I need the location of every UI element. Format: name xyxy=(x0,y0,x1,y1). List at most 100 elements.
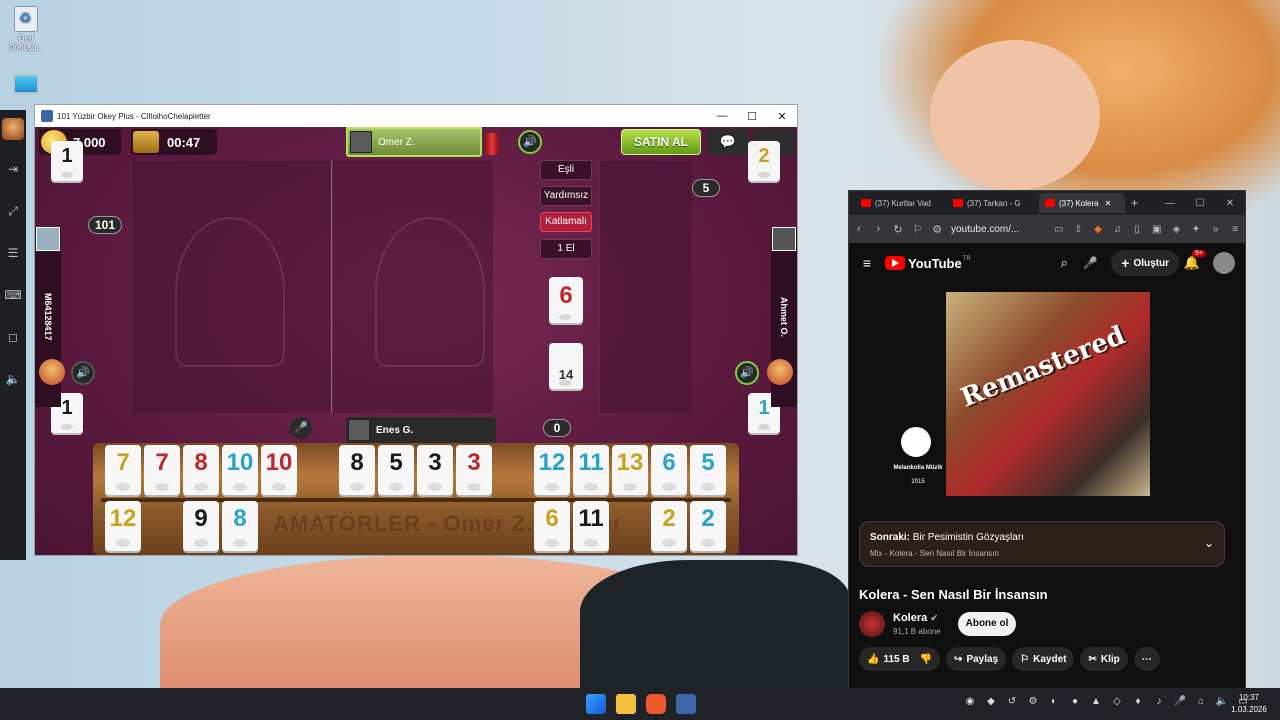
tray-app-icon[interactable]: ◆ xyxy=(983,696,999,707)
subscribe-button[interactable]: Abone ol xyxy=(958,612,1016,636)
tray-app-icon[interactable]: ♦ xyxy=(1130,696,1146,707)
volume-icon[interactable]: 🔈 xyxy=(0,358,26,400)
clip-button[interactable]: ✂ Klip xyxy=(1080,647,1128,671)
buy-button[interactable]: SATIN AL xyxy=(621,129,701,155)
deck-pile[interactable]: 14 xyxy=(549,343,583,389)
create-button[interactable]: + Oluştur xyxy=(1111,250,1179,276)
exit-icon[interactable]: ⇥ xyxy=(0,148,26,190)
save-button[interactable]: ⚐ Kaydet xyxy=(1012,647,1075,671)
rack-tile[interactable]: 9 xyxy=(183,501,219,551)
cast-icon[interactable]: ▭ xyxy=(1049,224,1069,235)
close-button[interactable]: ✕ xyxy=(767,110,797,123)
tray-app-icon[interactable]: ◐ xyxy=(1046,696,1062,707)
microphone-icon[interactable]: 🎤 xyxy=(1077,256,1103,270)
browser-maximize-button[interactable]: ☐ xyxy=(1185,198,1215,209)
microphone-button[interactable]: 🎤 xyxy=(290,417,312,439)
brave-shield-icon[interactable]: ◆ xyxy=(1088,224,1108,235)
left-sound-button[interactable]: 🔊 xyxy=(71,361,95,385)
tray-network-icon[interactable]: ⌂ xyxy=(1193,696,1209,707)
browser-minimize-button[interactable]: — xyxy=(1155,198,1185,209)
rack-tile[interactable]: 5 xyxy=(378,445,414,495)
new-tab-button[interactable]: + xyxy=(1131,196,1138,210)
tray-app-icon[interactable]: ↺ xyxy=(1004,696,1020,707)
site-info-icon[interactable]: ⚙ xyxy=(927,223,947,236)
up-next-card[interactable]: Sonraki: Bir Pesimistin Gözyaşları Mix -… xyxy=(859,521,1225,567)
notifications-bell-icon[interactable]: 🔔 9+ xyxy=(1179,250,1206,271)
rack-tile[interactable]: 3 xyxy=(456,445,492,495)
rack-tile[interactable]: 10 xyxy=(261,445,297,495)
chevron-down-icon[interactable]: ⌄ xyxy=(1204,536,1214,550)
account-avatar[interactable] xyxy=(1213,252,1235,274)
tray-app-icon[interactable]: ● xyxy=(1067,696,1083,707)
youtube-logo-icon[interactable] xyxy=(885,256,905,270)
keyboard-icon[interactable]: ⌨ xyxy=(0,274,26,316)
rack-tile[interactable]: 8 xyxy=(339,445,375,495)
search-icon[interactable]: ⌕ xyxy=(1051,255,1077,271)
tray-app-icon[interactable]: ▲ xyxy=(1088,696,1104,707)
forward-icon[interactable]: › xyxy=(869,223,889,235)
back-icon[interactable]: ‹ xyxy=(849,223,869,235)
rack-tile[interactable]: 3 xyxy=(417,445,453,495)
rack-tile[interactable]: 2 xyxy=(690,501,726,551)
music-icon[interactable]: ♫ xyxy=(1108,224,1128,235)
game-titlebar[interactable]: 101 Yüzbir Okey Plus - CiltoihoChelapiet… xyxy=(35,105,797,127)
settings-sliders-icon[interactable]: ☰ xyxy=(0,232,26,274)
share-icon[interactable]: ⇪ xyxy=(1069,224,1089,235)
rack-tile[interactable]: 5 xyxy=(690,445,726,495)
thumbs-down-icon[interactable]: 👎 xyxy=(920,654,932,665)
browser-menu-icon[interactable]: ≡ xyxy=(1225,224,1245,235)
emulator-avatar-icon[interactable] xyxy=(2,118,24,140)
tab-kolera[interactable]: (37) Kolera ✕ xyxy=(1039,193,1125,213)
brave-browser-icon[interactable] xyxy=(646,694,666,714)
chat-button[interactable]: 💬 xyxy=(707,129,749,155)
desktop-icon-recycle-bin[interactable]: Geri Dönüşü... xyxy=(4,6,48,52)
rack-tile[interactable]: 8 xyxy=(222,501,258,551)
vpn-icon[interactable]: ◈ xyxy=(1167,224,1187,235)
rack-tile[interactable]: 6 xyxy=(534,501,570,551)
rack-tile[interactable]: 11 xyxy=(573,501,609,551)
channel-avatar[interactable] xyxy=(859,611,885,637)
discard-tile-top-right[interactable]: 2 xyxy=(748,141,780,181)
rack-tile[interactable]: 12 xyxy=(105,501,141,551)
browser-close-button[interactable]: ✕ xyxy=(1215,198,1245,209)
desktop-icon-this-pc[interactable] xyxy=(4,74,48,94)
right-sound-button[interactable]: 🔊 xyxy=(735,361,759,385)
bottom-player-card[interactable]: Enes G. xyxy=(346,417,496,443)
wallet-icon[interactable]: ▣ xyxy=(1147,224,1167,235)
rack-tile[interactable]: 2 xyxy=(651,501,687,551)
rack-tile[interactable]: 7 xyxy=(105,445,141,495)
video-player[interactable]: Remastered xyxy=(946,292,1150,496)
close-tab-icon[interactable]: ✕ xyxy=(1105,199,1112,208)
tab-tarkan[interactable]: (37) Tarkan - G xyxy=(947,193,1033,213)
minimize-button[interactable]: — xyxy=(707,110,737,122)
rack-tile[interactable]: 8 xyxy=(183,445,219,495)
maximize-button[interactable]: ☐ xyxy=(737,110,767,123)
address-bar[interactable]: youtube.com/... xyxy=(951,224,1049,235)
rack-tile[interactable]: 6 xyxy=(651,445,687,495)
rack-tile[interactable]: 11 xyxy=(573,445,609,495)
tray-mic-icon[interactable]: 🎤 xyxy=(1172,696,1188,707)
more-actions-button[interactable]: ⋯ xyxy=(1133,647,1160,671)
resize-icon[interactable]: ⤢ xyxy=(0,190,26,232)
reload-icon[interactable]: ↻ xyxy=(888,223,908,236)
hamburger-menu-icon[interactable]: ≡ xyxy=(849,255,885,271)
tray-app-icon[interactable]: ◇ xyxy=(1109,696,1125,707)
sidebar-icon[interactable]: ▯ xyxy=(1127,224,1147,235)
file-explorer-icon[interactable] xyxy=(616,694,636,714)
rack-tile[interactable]: 7 xyxy=(144,445,180,495)
label-icon[interactable]: ◻ xyxy=(0,316,26,358)
tray-app-icon[interactable]: ♪ xyxy=(1151,696,1167,707)
bookmark-icon[interactable]: ⚐ xyxy=(908,223,928,236)
extensions-icon[interactable]: » xyxy=(1206,224,1226,235)
share-button[interactable]: ↪ Paylaş xyxy=(946,647,1007,671)
top-player-card[interactable]: Omer Z. xyxy=(346,127,482,157)
emulator-app-icon[interactable] xyxy=(676,694,696,714)
like-button[interactable]: 👍 115 B 👎 xyxy=(859,647,941,671)
ai-icon[interactable]: ✦ xyxy=(1186,224,1206,235)
taskbar-clock[interactable]: 10:37 1.03.2026 xyxy=(1226,692,1272,716)
tab-kurtlar[interactable]: (37) Kurtlar Vad xyxy=(855,193,941,213)
tray-app-icon[interactable]: ⚙ xyxy=(1025,696,1041,707)
youtube-wordmark[interactable]: YouTube xyxy=(908,256,962,271)
tray-app-icon[interactable]: ◉ xyxy=(962,696,978,707)
channel-name-text[interactable]: Kolera xyxy=(893,612,927,624)
